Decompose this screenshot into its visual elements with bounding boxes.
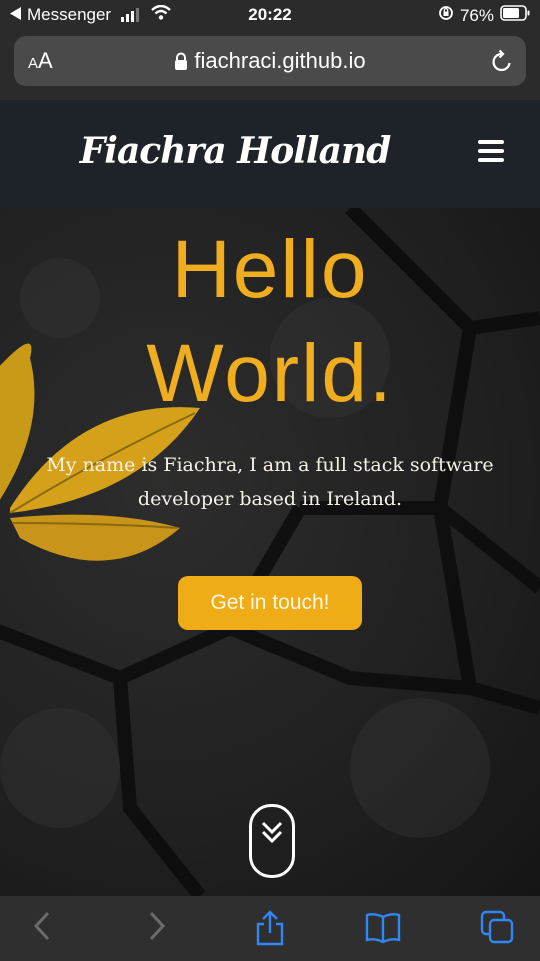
browser-address-area: AA fiachraci.github.io	[0, 30, 540, 100]
status-right: 76%	[438, 5, 530, 26]
hero-heading: Hello World.	[0, 218, 540, 426]
phone-screen: Messenger 20:22 76% AA fiachraci.github.…	[0, 0, 540, 961]
status-bar: Messenger 20:22 76%	[0, 0, 540, 30]
double-chevron-down-icon	[261, 821, 283, 844]
hero-line-2: World.	[146, 328, 394, 419]
forward-icon[interactable]	[147, 910, 167, 947]
bookmarks-icon[interactable]	[364, 910, 402, 949]
url-text: fiachraci.github.io	[194, 48, 366, 73]
share-icon[interactable]	[254, 910, 286, 951]
get-in-touch-button[interactable]: Get in touch!	[178, 576, 362, 630]
battery-percent: 76%	[459, 5, 494, 25]
hero-line-1: Hello	[171, 224, 369, 315]
hero-intro-text: My name is Fiachra, I am a full stack so…	[46, 454, 494, 510]
url-display[interactable]: fiachraci.github.io	[14, 48, 526, 76]
scroll-down-button[interactable]	[249, 804, 295, 878]
address-bar[interactable]: AA fiachraci.github.io	[14, 36, 526, 86]
browser-toolbar	[0, 896, 540, 961]
back-icon[interactable]	[32, 910, 52, 947]
site-navbar: Fiachra Holland	[0, 100, 540, 208]
site-brand[interactable]: Fiachra Holland	[0, 130, 470, 172]
hero-section: Hello World. My name is Fiachra, I am a …	[0, 208, 540, 896]
lock-icon	[174, 50, 188, 76]
hamburger-menu-icon[interactable]	[478, 140, 504, 166]
battery-icon	[500, 5, 530, 26]
orientation-lock-icon	[438, 5, 454, 26]
reload-icon[interactable]	[490, 48, 514, 79]
tabs-icon[interactable]	[480, 910, 516, 949]
